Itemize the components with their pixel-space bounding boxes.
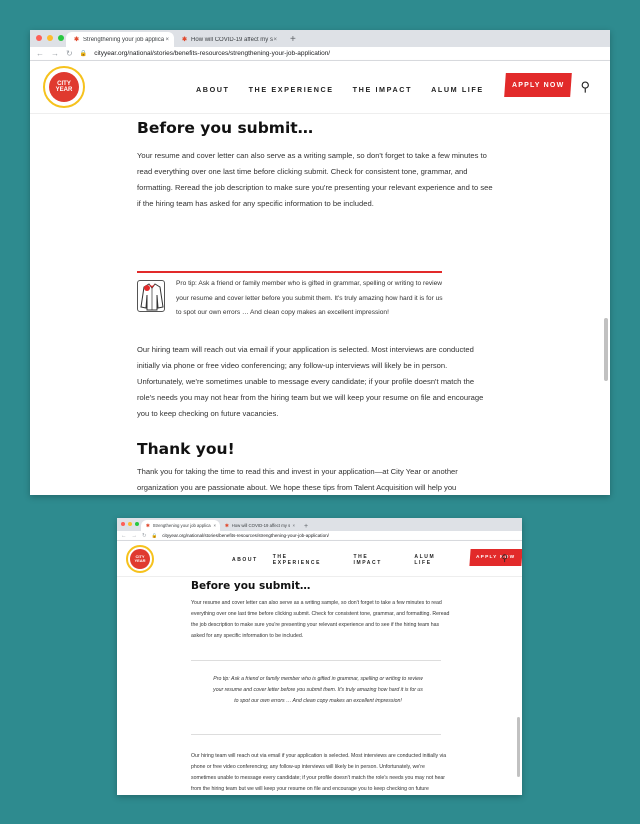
paragraph-proofread: Your resume and cover letter can also se… — [137, 151, 493, 208]
scrollbar-thumb[interactable] — [604, 318, 608, 381]
heading-before-you-submit: Before you submit… — [137, 119, 314, 137]
city-year-logo[interactable]: CITY YEAR — [43, 66, 85, 108]
nav-the-experience[interactable]: THE EXPERIENCE — [273, 554, 339, 566]
apply-now-button[interactable]: APPLY NOW — [503, 73, 572, 97]
search-icon[interactable]: ⚲ — [580, 79, 590, 95]
tab-title: Strengthening your job applica — [152, 523, 211, 528]
main-nav: ABOUT THE EXPERIENCE THE IMPACT ALUM LIF… — [232, 548, 522, 566]
reload-icon[interactable]: ↻ — [142, 533, 147, 539]
nav-alum-life[interactable]: ALUM LIFE — [431, 85, 484, 94]
heading-before-you-submit: Before you submit… — [191, 580, 311, 592]
screenshot-before: ✱ Strengthening your job applica × ✱ How… — [30, 30, 610, 495]
address-bar: ← → ↻ 🔒 cityyear.org/national/stories/be… — [30, 47, 610, 61]
back-arrow-icon[interactable]: ← — [121, 533, 127, 539]
minimize-window-button[interactable] — [128, 522, 132, 526]
tip-divider — [137, 271, 442, 273]
tab-close-icon[interactable]: × — [165, 37, 169, 43]
tab-close-icon[interactable]: × — [213, 523, 216, 528]
pro-tip-text: Pro tip: Ask a friend or family member w… — [213, 676, 423, 704]
nav-about[interactable]: ABOUT — [196, 85, 230, 94]
jacket-illustration-icon — [137, 280, 165, 312]
apply-now-button[interactable]: APPLY NOW — [469, 548, 522, 566]
nav-the-impact[interactable]: THE IMPACT — [353, 554, 399, 566]
close-window-button[interactable] — [121, 522, 125, 526]
heading-thank-you: Thank you! — [137, 440, 235, 458]
nav-about[interactable]: ABOUT — [232, 557, 258, 563]
new-tab-button[interactable]: + — [290, 34, 296, 45]
logo-text: CITY YEAR — [130, 548, 150, 569]
back-arrow-icon[interactable]: ← — [36, 49, 44, 58]
window-controls — [36, 35, 64, 41]
browser-tab-strip: ✱ Strengthening your job applica × ✱ How… — [30, 30, 610, 47]
paragraph-proofread: Your resume and cover letter can also se… — [191, 600, 450, 639]
nav-the-impact[interactable]: THE IMPACT — [353, 85, 412, 94]
main-nav: ABOUT THE EXPERIENCE THE IMPACT ALUM LIF… — [196, 73, 572, 97]
tip-divider-top — [191, 660, 441, 661]
favicon-icon: ✱ — [225, 522, 229, 528]
browser-tab-active[interactable]: ✱ Strengthening your job applica × — [66, 32, 174, 47]
pro-tip-text: Pro tip: Ask a friend or family member w… — [176, 280, 443, 316]
tab-title: How will COVID-19 affect my s — [231, 523, 291, 528]
address-bar: ← → ↻ 🔒 cityyear.org/national/stories/be… — [117, 531, 522, 541]
apply-now-label: APPLY NOW — [476, 554, 516, 560]
maximize-window-button[interactable] — [58, 35, 64, 41]
favicon-icon: ✱ — [74, 37, 80, 43]
search-icon[interactable]: ⚲ — [501, 553, 508, 564]
nav-alum-life[interactable]: ALUM LIFE — [414, 554, 455, 566]
window-controls — [121, 522, 139, 526]
logo-text: CITY YEAR — [49, 72, 79, 102]
browser-tab-strip: ✱ Strengthening your job applica × ✱ How… — [117, 518, 522, 531]
new-tab-button[interactable]: + — [304, 523, 308, 530]
scrollbar-thumb[interactable] — [517, 717, 520, 777]
reload-icon[interactable]: ↻ — [66, 49, 73, 58]
lock-icon: 🔒 — [151, 532, 158, 538]
browser-tab-active[interactable]: ✱ Strengthening your job applica × — [141, 520, 220, 531]
lock-icon: 🔒 — [79, 51, 88, 57]
tab-close-icon[interactable]: × — [292, 523, 295, 528]
tab-title: How will COVID-19 affect my s — [191, 36, 273, 43]
site-header: CITY YEAR ABOUT THE EXPERIENCE THE IMPAC… — [117, 541, 522, 577]
maximize-window-button[interactable] — [135, 522, 139, 526]
article-content: Before you submit… Your resume and cover… — [117, 577, 522, 795]
tab-close-icon[interactable]: × — [273, 37, 277, 43]
favicon-icon: ✱ — [146, 522, 150, 528]
paragraph-hiring-team: Our hiring team will reach out via email… — [191, 753, 447, 792]
screenshot-after: ✱ Strengthening your job applica × ✱ How… — [117, 518, 522, 795]
nav-the-experience[interactable]: THE EXPERIENCE — [249, 85, 334, 94]
apply-now-label: APPLY NOW — [511, 81, 564, 89]
browser-tab[interactable]: ✱ How will COVID-19 affect my s × — [220, 520, 299, 531]
url-field[interactable]: cityyear.org/national/stories/benefits-r… — [162, 533, 329, 538]
forward-arrow-icon[interactable]: → — [132, 533, 138, 539]
paragraph-thank-you: Thank you for taking the time to read th… — [137, 467, 458, 492]
article-content: Before you submit… Your resume and cover… — [30, 114, 610, 495]
tab-title: Strengthening your job applica — [83, 36, 165, 43]
favicon-icon: ✱ — [182, 37, 188, 43]
minimize-window-button[interactable] — [47, 35, 53, 41]
site-header: CITY YEAR ABOUT THE EXPERIENCE THE IMPAC… — [30, 61, 610, 114]
paragraph-hiring-team: Our hiring team will reach out via email… — [137, 345, 484, 418]
forward-arrow-icon[interactable]: → — [51, 49, 59, 58]
browser-tab[interactable]: ✱ How will COVID-19 affect my s × — [174, 32, 282, 47]
url-field[interactable]: cityyear.org/national/stories/benefits-r… — [94, 50, 330, 57]
city-year-logo[interactable]: CITY YEAR — [126, 544, 154, 573]
tip-divider-bottom — [191, 734, 441, 735]
close-window-button[interactable] — [36, 35, 42, 41]
